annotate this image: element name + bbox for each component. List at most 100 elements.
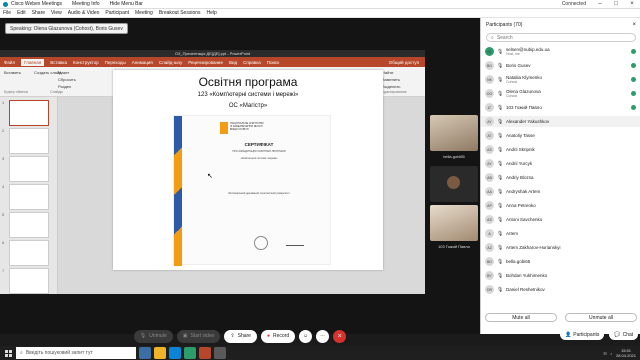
taskbar-clock[interactable]: 15:51 28.04.2021 bbox=[616, 348, 636, 358]
participant-row[interactable]: AZ 🎙 Artem Zakharov-Horianskyi bbox=[481, 242, 640, 253]
participant-row[interactable]: SE 🎙 selsen@nubip.edu.ua Host, me bbox=[481, 46, 640, 57]
current-slide[interactable]: Освітня програма 123 «Комп'ютерні систем… bbox=[113, 70, 383, 270]
menu-edit[interactable]: Edit bbox=[17, 10, 26, 16]
participant-row[interactable]: DR 🎙 Daniel Reshetnikov bbox=[481, 284, 640, 295]
slide-thumbnail-7[interactable] bbox=[9, 268, 49, 294]
participants-toggle-button[interactable]: 👤 Participants bbox=[560, 329, 605, 340]
ribbon-layout-button[interactable]: Макет bbox=[58, 70, 69, 75]
microphone-muted-icon[interactable]: 🎙 bbox=[497, 245, 503, 251]
record-button[interactable]: ● Record bbox=[260, 329, 296, 343]
microphone-muted-icon[interactable]: 🎙 bbox=[497, 175, 503, 181]
start-video-button[interactable]: ▣ Start video bbox=[176, 329, 221, 343]
participant-row[interactable]: OG 🎙 Olena Glazunova Cohost bbox=[481, 88, 640, 99]
ppt-tab-view[interactable]: Вид bbox=[229, 60, 237, 65]
participant-row[interactable]: NK 🎙 Nataliia Klymenko Cohost bbox=[481, 74, 640, 85]
microphone-muted-icon[interactable]: 🎙 bbox=[497, 203, 503, 209]
slide-thumbnail-6[interactable] bbox=[9, 240, 49, 266]
ribbon-paste-button[interactable]: Вставить bbox=[4, 70, 21, 75]
microphone-muted-icon[interactable]: 🎙 bbox=[497, 259, 503, 265]
video-tile-pavlo[interactable] bbox=[430, 205, 478, 241]
slide-thumbnail-5[interactable] bbox=[9, 212, 49, 238]
participant-search-input[interactable]: ⌕ Search bbox=[486, 33, 636, 42]
microphone-muted-icon[interactable]: 🎙 bbox=[497, 231, 503, 237]
ppt-tab-help[interactable]: Справка bbox=[243, 60, 261, 65]
menu-view[interactable]: View bbox=[51, 10, 62, 16]
microphone-muted-icon[interactable]: 🎙 bbox=[497, 49, 503, 55]
microphone-muted-icon[interactable]: 🎙 bbox=[497, 189, 503, 195]
app-taskbar-icon[interactable] bbox=[214, 347, 226, 359]
hide-menu-bar-button[interactable]: Hide Menu Bar bbox=[110, 1, 143, 7]
unmute-all-button[interactable]: Unmute all bbox=[565, 312, 637, 322]
ppt-tab-animations[interactable]: Анимация bbox=[132, 60, 153, 65]
slide-thumbnail-4[interactable] bbox=[9, 184, 49, 210]
video-tile-avatar[interactable] bbox=[430, 166, 478, 202]
microphone-muted-icon[interactable]: 🎙 bbox=[497, 63, 503, 69]
close-icon[interactable]: × bbox=[624, 1, 640, 7]
participant-row[interactable]: AA 🎙 Andryshak Artem bbox=[481, 186, 640, 197]
menu-meeting[interactable]: Meeting bbox=[135, 10, 153, 16]
ppt-tab-insert[interactable]: Вставка bbox=[50, 60, 67, 65]
slide-thumbnail-3[interactable] bbox=[9, 156, 49, 182]
network-icon[interactable]: ☷ bbox=[603, 351, 607, 356]
microphone-muted-icon[interactable]: 🎙 bbox=[497, 105, 503, 111]
maximize-icon[interactable]: □ bbox=[608, 1, 624, 7]
ppt-tab-transitions[interactable]: Переходы bbox=[105, 60, 126, 65]
ppt-tab-home[interactable]: Главная bbox=[21, 58, 45, 66]
unmute-button[interactable]: 🎙 Unmute bbox=[133, 329, 173, 343]
taskview-icon[interactable] bbox=[139, 347, 151, 359]
microphone-muted-icon[interactable]: 🎙 bbox=[497, 77, 503, 83]
participant-row[interactable]: AB 🎙 Andriy Blozsa bbox=[481, 172, 640, 183]
share-button[interactable]: ⇪ Share bbox=[224, 329, 257, 343]
menu-help[interactable]: Help bbox=[207, 10, 217, 16]
participant-row[interactable]: AY 🎙 Alexander Yakushkov bbox=[481, 116, 640, 127]
participant-row[interactable]: 1Г 🎙 103 Гожий Павло bbox=[481, 102, 640, 113]
participant-row[interactable]: A 🎙 Artem bbox=[481, 228, 640, 239]
microphone-muted-icon[interactable]: 🎙 bbox=[497, 133, 503, 139]
more-options-button[interactable]: ⋯ bbox=[316, 329, 330, 343]
microphone-muted-icon[interactable]: 🎙 bbox=[497, 161, 503, 167]
reactions-button[interactable]: ☺ bbox=[299, 329, 313, 343]
ribbon-replace-button[interactable]: Заменить bbox=[382, 77, 400, 82]
webex-taskbar-icon[interactable] bbox=[184, 347, 196, 359]
participant-row[interactable]: BG 🎙 bella.gobi65 bbox=[481, 256, 640, 267]
edge-icon[interactable] bbox=[169, 347, 181, 359]
microphone-muted-icon[interactable]: 🎙 bbox=[497, 147, 503, 153]
participant-row[interactable]: AP 🎙 Anna Petrenko bbox=[481, 200, 640, 211]
ribbon-select-button[interactable]: Выделить bbox=[382, 84, 400, 89]
menu-share[interactable]: Share bbox=[32, 10, 45, 16]
participant-row[interactable]: BY 🎙 Bohdan Yukhimenko bbox=[481, 270, 640, 281]
menu-audio-video[interactable]: Audio & Video bbox=[68, 10, 100, 16]
file-explorer-icon[interactable] bbox=[154, 347, 166, 359]
video-tile-bella[interactable] bbox=[430, 115, 478, 151]
microphone-muted-icon[interactable]: 🎙 bbox=[497, 119, 503, 125]
ppt-tab-file[interactable]: Файл bbox=[4, 60, 15, 65]
ribbon-section-button[interactable]: Раздел bbox=[58, 84, 71, 89]
ppt-tab-design[interactable]: Конструктор bbox=[73, 60, 99, 65]
participant-row[interactable]: AY 🎙 Andrii Yurcyk bbox=[481, 158, 640, 169]
microphone-muted-icon[interactable]: 🎙 bbox=[497, 217, 503, 223]
ppt-tab-search[interactable]: Поиск bbox=[267, 60, 279, 65]
meeting-info-button[interactable]: Meeting Info bbox=[72, 1, 100, 7]
ppt-share-button[interactable]: Общий доступ bbox=[389, 60, 419, 65]
participant-row[interactable]: BG 🎙 Boris Gusev bbox=[481, 60, 640, 71]
powerpoint-taskbar-icon[interactable] bbox=[199, 347, 211, 359]
end-meeting-button[interactable]: × bbox=[333, 329, 347, 343]
slide-thumbnail-1[interactable] bbox=[9, 100, 49, 126]
slide-thumbnail-2[interactable] bbox=[9, 128, 49, 154]
volume-icon[interactable]: ♪ bbox=[610, 351, 612, 356]
chat-toggle-button[interactable]: 💬 Chat bbox=[609, 329, 639, 340]
ppt-tab-slideshow[interactable]: Слайд-шоу bbox=[159, 60, 182, 65]
ribbon-reset-button[interactable]: Сбросить bbox=[58, 77, 76, 82]
menu-breakout-sessions[interactable]: Breakout Sessions bbox=[159, 10, 201, 16]
microphone-muted-icon[interactable]: 🎙 bbox=[497, 273, 503, 279]
microphone-muted-icon[interactable]: 🎙 bbox=[497, 287, 503, 293]
menu-participant[interactable]: Participant bbox=[105, 10, 129, 16]
microphone-muted-icon[interactable]: 🎙 bbox=[497, 91, 503, 97]
menu-file[interactable]: File bbox=[3, 10, 11, 16]
start-button[interactable] bbox=[0, 346, 16, 360]
mute-all-button[interactable]: Mute all bbox=[485, 312, 557, 322]
ribbon-find-button[interactable]: Найти bbox=[382, 70, 393, 75]
taskbar-search-input[interactable]: ⌕ Введіть пошуковий запит тут bbox=[16, 347, 136, 359]
participant-row[interactable]: AS 🎙 Antoni Savchenko bbox=[481, 214, 640, 225]
close-panel-icon[interactable]: × bbox=[632, 22, 636, 28]
